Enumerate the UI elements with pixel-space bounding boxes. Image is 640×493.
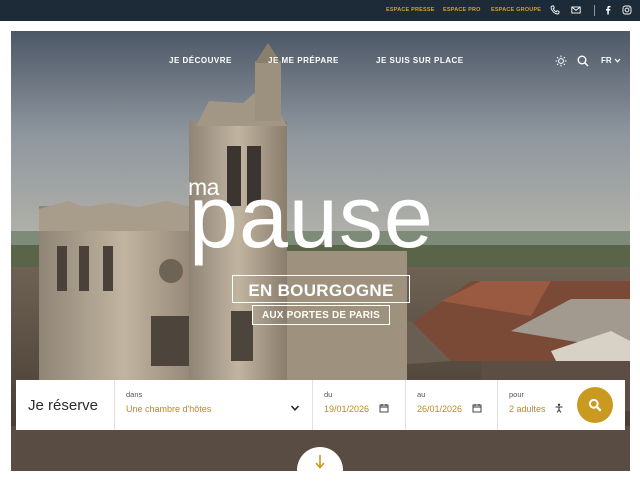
search-icon xyxy=(588,398,602,412)
topbar-divider xyxy=(594,5,595,16)
hero-slogan-pause: pause xyxy=(189,167,434,266)
guests-field[interactable]: 2 adultes xyxy=(509,404,546,414)
booking-divider xyxy=(497,380,498,430)
scroll-down-button[interactable] xyxy=(297,447,343,493)
link-espace-presse[interactable]: ESPACE PRESSE xyxy=(386,7,435,13)
search-submit-button[interactable] xyxy=(577,387,613,423)
link-espace-groupe[interactable]: ESPACE GROUPE xyxy=(491,7,541,13)
chevron-down-icon[interactable] xyxy=(614,57,621,64)
theme-toggle-icon[interactable] xyxy=(555,55,567,67)
booking-title: Je réserve xyxy=(28,397,99,414)
accommodation-select[interactable]: Une chambre d'hôtes xyxy=(126,404,211,414)
calendar-icon[interactable] xyxy=(379,403,389,413)
person-icon xyxy=(555,403,563,413)
accommodation-label: dans xyxy=(126,390,143,399)
nav-je-me-prepare[interactable]: JE ME PRÉPARE xyxy=(268,56,339,65)
booking-bar: Je réserve dans Une chambre d'hôtes du 1… xyxy=(16,380,625,430)
booking-divider xyxy=(312,380,313,430)
mail-icon[interactable] xyxy=(571,5,581,15)
arrow-down-icon xyxy=(315,455,325,469)
guests-label: pour xyxy=(509,390,525,399)
nav-je-suis-sur-place[interactable]: JE SUIS SUR PLACE xyxy=(376,56,464,65)
hero-slogan-bourgogne: EN BOURGOGNE xyxy=(248,281,394,300)
departure-label: au xyxy=(417,390,426,399)
instagram-icon[interactable] xyxy=(622,5,632,15)
booking-divider xyxy=(114,380,115,430)
arrival-date-field[interactable]: 19/01/2026 xyxy=(324,404,369,414)
hero-slogan-paris: AUX PORTES DE PARIS xyxy=(261,310,381,321)
departure-date-field[interactable]: 26/01/2026 xyxy=(417,404,462,414)
phone-icon[interactable] xyxy=(550,5,560,15)
facebook-icon[interactable] xyxy=(603,5,613,15)
utility-bar: ESPACE PRESSE ESPACE PRO ESPACE GROUPE xyxy=(0,0,640,21)
chevron-down-icon[interactable] xyxy=(290,403,300,413)
language-selector[interactable]: FR xyxy=(601,56,612,65)
booking-divider xyxy=(405,380,406,430)
arrival-label: du xyxy=(324,390,333,399)
search-icon[interactable] xyxy=(577,55,589,67)
link-espace-pro[interactable]: ESPACE PRO xyxy=(443,7,481,13)
calendar-icon[interactable] xyxy=(472,403,482,413)
nav-je-decouvre[interactable]: JE DÉCOUVRE xyxy=(169,56,232,65)
